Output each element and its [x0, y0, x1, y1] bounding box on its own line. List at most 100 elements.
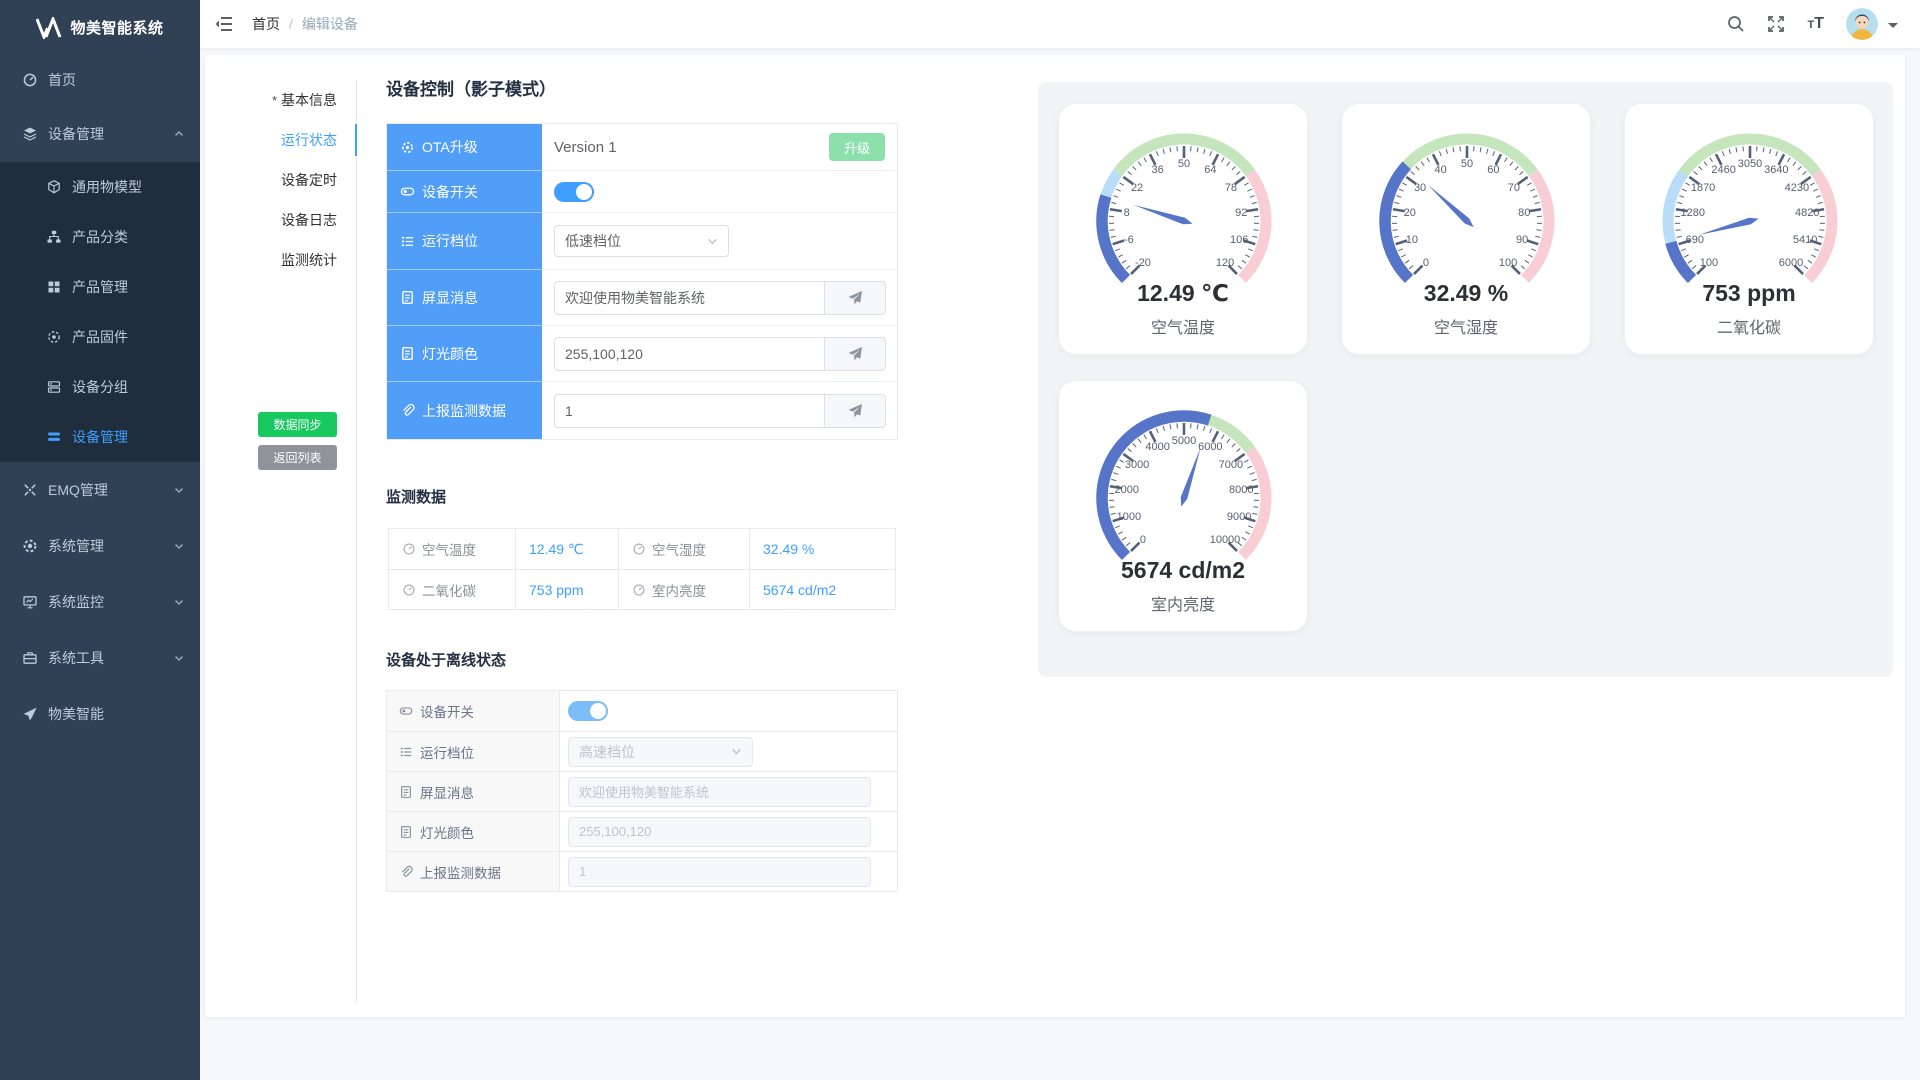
- svg-text:6000: 6000: [1779, 257, 1803, 269]
- chevron-down-icon: [174, 541, 184, 551]
- offline-label-text: 运行档位: [420, 742, 474, 762]
- device-switch-toggle[interactable]: [554, 182, 594, 202]
- svg-text:4230: 4230: [1785, 182, 1809, 194]
- content-area: *基本信息 运行状态 设备定时 设备日志 监测统计 数据同步 返回列表 设备控制…: [200, 48, 1920, 1080]
- gauge-name: 空气湿度: [1342, 314, 1590, 338]
- light-color-input[interactable]: [554, 337, 824, 371]
- upgrade-button[interactable]: 升级: [829, 133, 885, 161]
- node-arrows-icon: [22, 482, 38, 498]
- light-color-group: [554, 337, 886, 371]
- sidebar-item-device-mgmt-sub[interactable]: 设备管理: [0, 412, 200, 462]
- sidebar-item-system-mgmt[interactable]: 系统管理: [0, 518, 200, 574]
- control-label-report: 上报监测数据: [387, 382, 542, 439]
- monitor-row: 空气温度 12.49 ℃ 空气湿度 32.49 %: [389, 529, 895, 569]
- control-row-ota: OTA升级 Version 1 升级: [387, 124, 897, 171]
- offline-value-report: [560, 852, 897, 891]
- svg-text:90: 90: [1516, 234, 1528, 246]
- send-light-color-button[interactable]: [824, 337, 886, 371]
- tab-monitor-stats[interactable]: 监测统计: [205, 240, 356, 280]
- sidebar-item-wumei-smart[interactable]: 物美智能: [0, 686, 200, 742]
- screen-message-input[interactable]: [554, 281, 824, 315]
- monitor-row: 二氧化碳 753 ppm 室内亮度 5674 cd/m2: [389, 569, 895, 609]
- send-screen-message-button[interactable]: [824, 281, 886, 315]
- paper-plane-icon: [22, 706, 38, 722]
- monitor-section-title: 监测数据: [386, 486, 446, 507]
- monitor-label-air-humidity: 空气湿度: [619, 529, 750, 569]
- control-label-ota: OTA升级: [387, 124, 542, 171]
- sidebar-fold-icon[interactable]: [214, 14, 234, 34]
- svg-text:50: 50: [1461, 158, 1473, 170]
- control-value-switch: [542, 171, 897, 213]
- svg-text:0: 0: [1140, 534, 1146, 546]
- required-mark: *: [272, 93, 277, 108]
- control-row-light-color: 灯光颜色: [387, 326, 897, 382]
- offline-report-data-input: [568, 857, 871, 887]
- control-label-text: OTA升级: [422, 137, 478, 157]
- data-sync-button[interactable]: 数据同步: [258, 412, 337, 437]
- select-value: 低速档位: [565, 231, 621, 251]
- avatar[interactable]: [1846, 8, 1878, 40]
- svg-text:64: 64: [1204, 164, 1216, 176]
- breadcrumb-separator: /: [289, 16, 293, 32]
- font-size-icon[interactable]: TT: [1807, 15, 1824, 33]
- run-gear-select[interactable]: 低速档位: [554, 225, 729, 257]
- tab-label: 基本信息: [281, 92, 337, 108]
- offline-label-text: 设备开关: [420, 701, 474, 721]
- tab-running-status[interactable]: 运行状态: [205, 120, 356, 160]
- svg-text:8000: 8000: [1229, 484, 1253, 496]
- gauge-card-air-temp: -20-68223650647892106120 12.49 ℃ 空气温度: [1058, 103, 1308, 355]
- list-icon: [399, 745, 413, 759]
- sidebar-item-product-firmware[interactable]: 产品固件: [0, 312, 200, 362]
- control-label-text: 上报监测数据: [422, 401, 506, 421]
- gauge-card-air-humidity: 0102030405060708090100 32.49 % 空气湿度: [1341, 103, 1591, 355]
- gauge-chart-co2: 1006901280187024603050364042304820541060…: [1625, 104, 1875, 290]
- monitor-label-text: 空气湿度: [652, 539, 706, 559]
- svg-text:9000: 9000: [1227, 511, 1251, 523]
- tab-device-timer[interactable]: 设备定时: [205, 160, 356, 200]
- monitor-label-text: 空气温度: [422, 539, 476, 559]
- main-area: 首页 / 编辑设备 TT: [200, 0, 1920, 1080]
- sidebar-item-emq[interactable]: EMQ管理: [0, 462, 200, 518]
- svg-text:20: 20: [1404, 207, 1416, 219]
- sidebar-item-thing-model[interactable]: 通用物模型: [0, 162, 200, 212]
- toolbox-icon: [22, 650, 38, 666]
- gauge-name: 空气温度: [1059, 314, 1307, 338]
- chevron-down-icon: [174, 653, 184, 663]
- fullscreen-icon[interactable]: [1767, 15, 1785, 33]
- layers-icon: [22, 126, 38, 142]
- offline-screen-message-input: [568, 777, 871, 807]
- send-plane-icon: [847, 290, 863, 306]
- offline-label-light-color: 灯光颜色: [387, 812, 560, 851]
- tab-basic-info[interactable]: * 基本信息: [205, 80, 356, 120]
- back-to-list-button[interactable]: 返回列表: [258, 445, 337, 470]
- cube-icon: [46, 179, 62, 195]
- sidebar-item-home[interactable]: 首页: [0, 55, 200, 105]
- sidebar-item-product-mgmt[interactable]: 产品管理: [0, 262, 200, 312]
- control-value-ota: Version 1 升级: [542, 124, 897, 171]
- svg-text:36: 36: [1152, 164, 1164, 176]
- tab-device-log[interactable]: 设备日志: [205, 200, 356, 240]
- device-control-table: OTA升级 Version 1 升级 设备开关: [386, 123, 898, 440]
- sidebar-item-system-monitor[interactable]: 系统监控: [0, 574, 200, 630]
- paperclip-icon: [399, 865, 413, 879]
- svg-text:10: 10: [1406, 234, 1418, 246]
- list-icon: [400, 234, 415, 249]
- sidebar-item-device-mgmt[interactable]: 设备管理: [0, 105, 200, 162]
- svg-text:-6: -6: [1124, 234, 1134, 246]
- sidebar-item-product-category[interactable]: 产品分类: [0, 212, 200, 262]
- caret-down-icon[interactable]: [1888, 23, 1898, 33]
- offline-label-text: 屏显消息: [420, 782, 474, 802]
- breadcrumb-home[interactable]: 首页: [252, 14, 280, 34]
- sidebar-item-device-group[interactable]: 设备分组: [0, 362, 200, 412]
- offline-label-text: 灯光颜色: [420, 822, 474, 842]
- search-icon[interactable]: [1727, 15, 1745, 33]
- send-plane-icon: [847, 346, 863, 362]
- svg-text:120: 120: [1216, 257, 1234, 269]
- sidebar-item-system-tools[interactable]: 系统工具: [0, 630, 200, 686]
- svg-text:5000: 5000: [1172, 435, 1196, 447]
- svg-text:78: 78: [1225, 182, 1237, 194]
- sidebar-item-label: 系统管理: [48, 536, 104, 556]
- report-data-input[interactable]: [554, 394, 824, 428]
- send-report-data-button[interactable]: [824, 394, 886, 428]
- offline-label-gear: 运行档位: [387, 732, 560, 771]
